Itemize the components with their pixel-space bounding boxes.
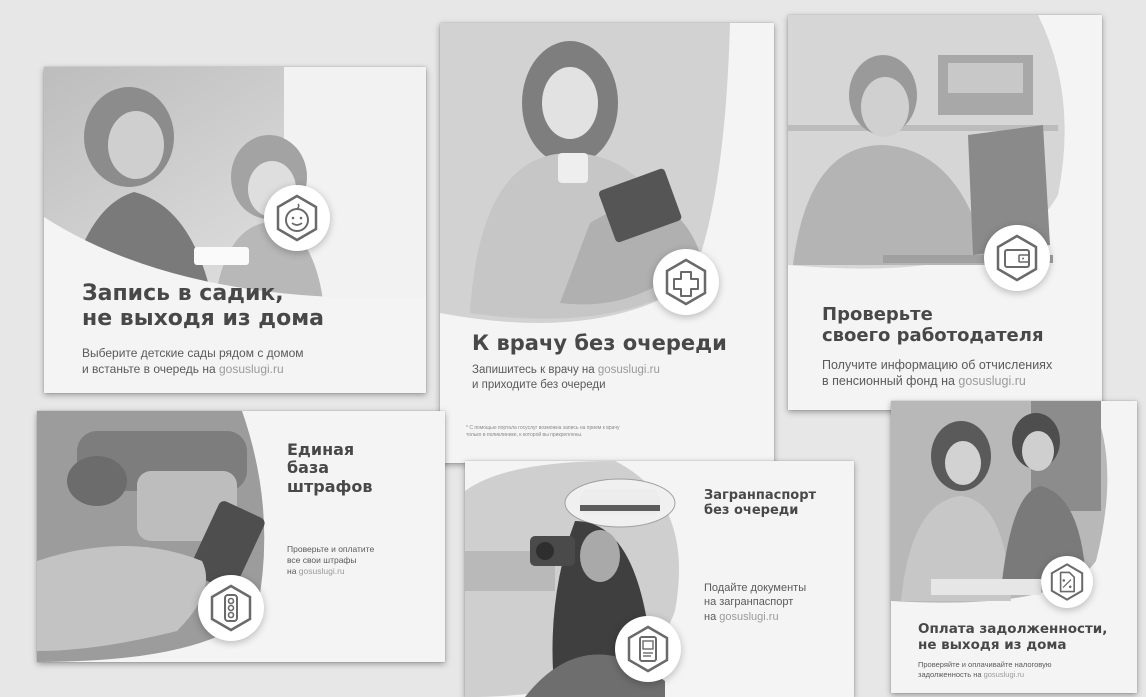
- card-title: Единая база штрафов: [287, 440, 373, 496]
- card-description: Подайте документы на загранпаспорт на go…: [704, 582, 807, 623]
- card-description: Проверяйте и оплачивайте налоговую задол…: [918, 660, 1052, 679]
- passport-icon: [627, 625, 669, 673]
- card-employer: Проверьте своего работодателя Получите и…: [788, 15, 1102, 410]
- gosuslugi-link[interactable]: gosuslugi.ru: [719, 611, 778, 623]
- tax-document-icon: [1050, 563, 1084, 601]
- card-description: Получите информацию об отчислениях в пен…: [822, 358, 1053, 389]
- photo-woman-with-tea: [440, 23, 774, 353]
- badge-debt: [1041, 556, 1093, 608]
- smiley-baby-icon: [276, 194, 318, 242]
- card-fines: Единая база штрафов Проверьте и оплатите…: [37, 411, 445, 662]
- photo-mother-and-child: [44, 67, 426, 307]
- badge-passport: [615, 616, 681, 682]
- card-title: Запись в садик, не выходя из дома: [82, 281, 325, 332]
- footnote: * С помощью портала госуслуг возможна за…: [466, 425, 620, 438]
- photo-man-at-laptop: [788, 15, 1102, 305]
- badge-fines: [198, 575, 264, 641]
- card-description: Выберите детские сады рядом с домом и вс…: [82, 346, 304, 376]
- card-title: Оплата задолженности, не выходя из дома: [918, 621, 1108, 653]
- card-title: К врачу без очереди: [472, 331, 727, 355]
- badge-kindergarten: [264, 185, 330, 251]
- medical-cross-icon: [665, 258, 707, 306]
- card-description: Проверьте и оплатите все свои штрафы на …: [287, 544, 375, 577]
- badge-doctor: [653, 249, 719, 315]
- gosuslugi-link[interactable]: gosuslugi.ru: [984, 670, 1024, 679]
- gosuslugi-link[interactable]: gosuslugi.ru: [299, 566, 345, 576]
- card-description: Запишитесь к врачу на gosuslugi.ru и при…: [472, 364, 660, 391]
- card-kindergarten: Запись в садик, не выходя из дома Выбери…: [44, 67, 426, 393]
- card-title: Загранпаспорт без очереди: [704, 488, 817, 518]
- gosuslugi-link[interactable]: gosuslugi.ru: [958, 374, 1025, 388]
- wallet-icon: [996, 234, 1038, 282]
- card-title: Проверьте своего работодателя: [822, 304, 1044, 346]
- gosuslugi-link[interactable]: gosuslugi.ru: [219, 362, 284, 376]
- gosuslugi-link[interactable]: gosuslugi.ru: [598, 364, 660, 376]
- card-doctor: К врачу без очереди Запишитесь к врачу н…: [440, 23, 774, 463]
- badge-employer: [984, 225, 1050, 291]
- traffic-light-icon: [210, 584, 252, 632]
- card-debt: Оплата задолженности, не выходя из дома …: [891, 401, 1137, 693]
- photo-students-with-laptop: [891, 401, 1137, 611]
- card-passport: Загранпаспорт без очереди Подайте докуме…: [465, 461, 854, 697]
